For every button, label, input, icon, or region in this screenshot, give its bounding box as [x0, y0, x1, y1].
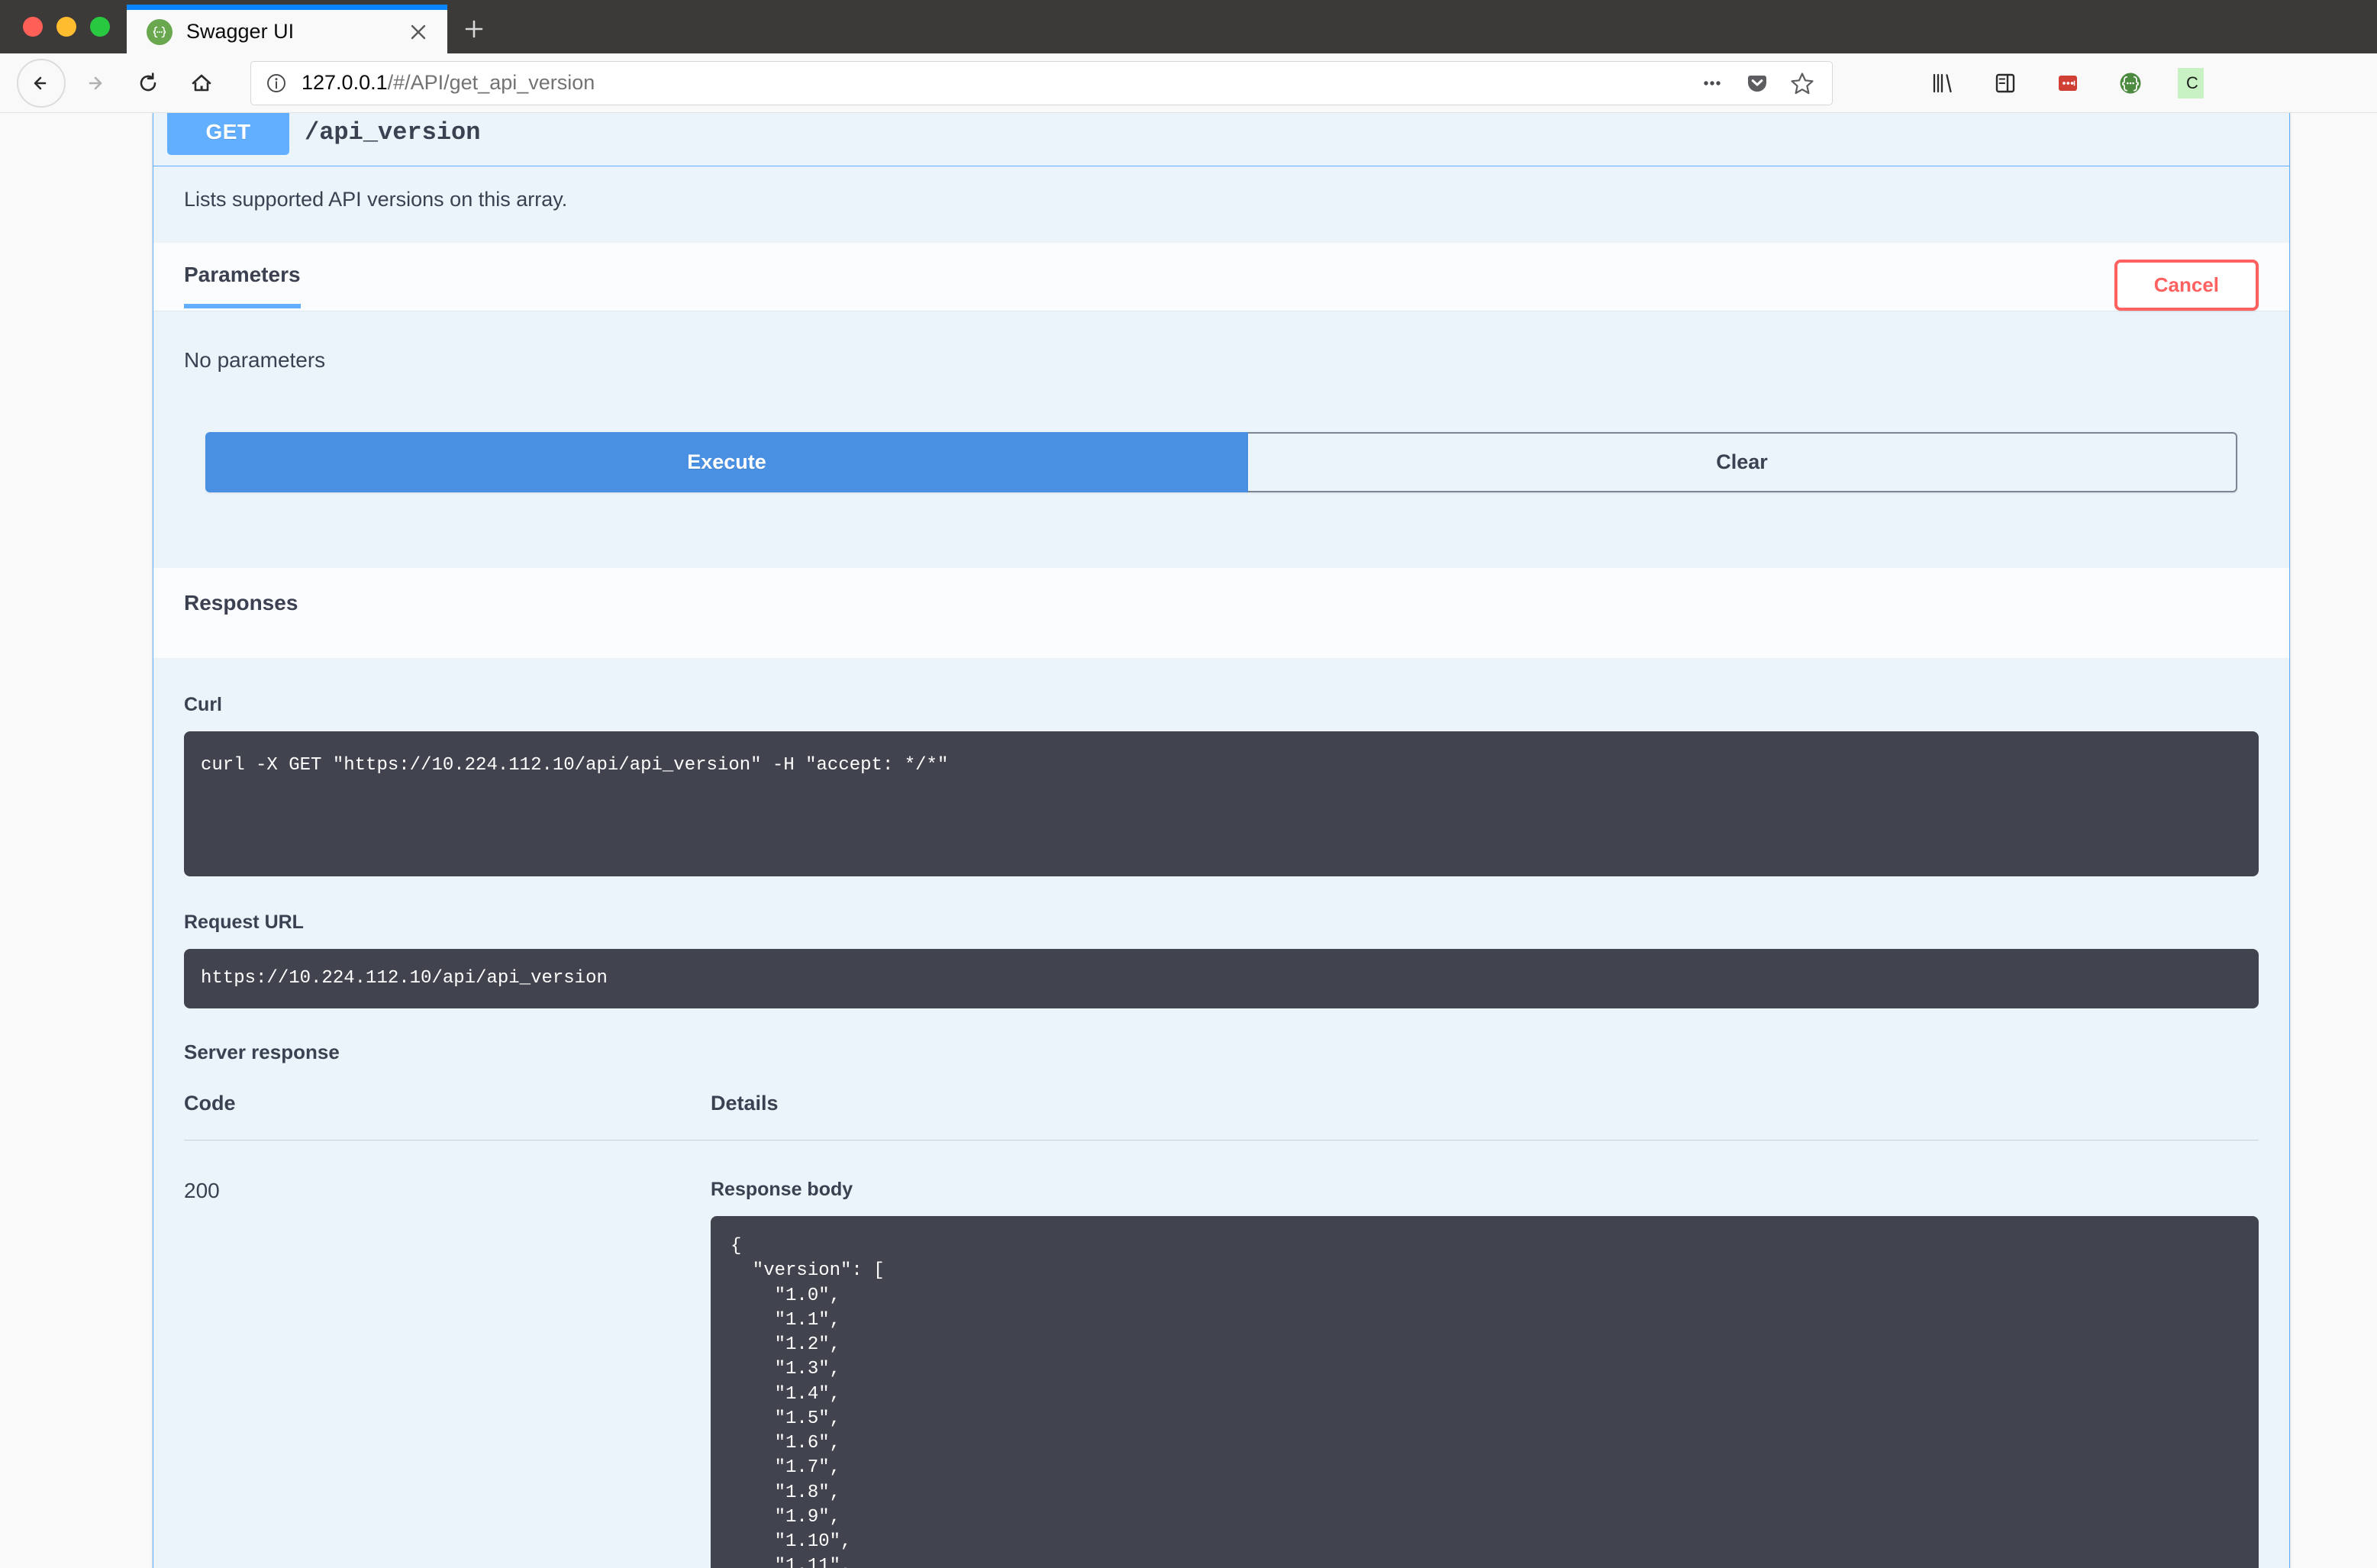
column-header-code: Code [184, 1092, 711, 1141]
swagger-extension-icon[interactable] [2115, 68, 2146, 98]
library-icon[interactable] [1927, 68, 1958, 98]
curl-command-block[interactable]: curl -X GET "https://10.224.112.10/api/a… [184, 731, 2259, 876]
sidebar-icon[interactable] [1990, 68, 2021, 98]
curl-label: Curl [184, 694, 2259, 716]
cancel-button[interactable]: Cancel [2114, 260, 2259, 311]
red-ellipsis-extension-icon[interactable] [2053, 68, 2083, 98]
table-row: 200 Response body { "version": [ "1.0", … [184, 1141, 2259, 1568]
browser-tab-swagger-ui[interactable]: Swagger UI [127, 5, 447, 53]
server-response-label: Server response [184, 1040, 2259, 1064]
tab-title: Swagger UI [186, 20, 389, 44]
maximize-window-button[interactable] [90, 17, 110, 37]
operation-description: Lists supported API versions on this arr… [153, 166, 2289, 242]
minimize-window-button[interactable] [56, 17, 76, 37]
forward-arrow-icon[interactable] [70, 59, 119, 108]
back-arrow-icon[interactable] [17, 59, 66, 108]
opblock-body: Lists supported API versions on this arr… [153, 166, 2289, 1568]
url-bar-actions [1698, 69, 1820, 98]
url-text[interactable]: 127.0.0.1/#/API/get_api_version [302, 71, 1685, 95]
response-details-cell: Response body { "version": [ "1.0", "1.1… [711, 1141, 2259, 1568]
tab-strip: Swagger UI [0, 0, 2377, 53]
no-parameters-text: No parameters [184, 348, 2259, 373]
endpoint-path: /api_version [305, 118, 480, 147]
column-header-details: Details [711, 1092, 2259, 1141]
response-body-wrapper: { "version": [ "1.0", "1.1", "1.2", "1.3… [711, 1216, 2259, 1568]
response-body-label: Response body [711, 1179, 2259, 1201]
address-bar[interactable]: 127.0.0.1/#/API/get_api_version [250, 61, 1833, 105]
parameters-body: No parameters Execute Clear [153, 311, 2289, 567]
responses-body: Curl curl -X GET "https://10.224.112.10/… [153, 659, 2289, 1568]
request-url-block[interactable]: https://10.224.112.10/api/api_version [184, 949, 2259, 1008]
opblock-summary[interactable]: GET /api_version [153, 113, 2289, 166]
execute-button[interactable]: Execute [205, 432, 1248, 492]
page-info-icon[interactable] [263, 70, 289, 96]
http-method-badge: GET [167, 113, 289, 155]
close-window-button[interactable] [23, 17, 43, 37]
star-icon[interactable] [1788, 69, 1817, 98]
toolbar-extensions: C [1927, 68, 2204, 98]
swagger-ui: GET /api_version Lists supported API ver… [153, 113, 2290, 1568]
parameters-header: Parameters Cancel [153, 242, 2289, 311]
execute-clear-row: Execute Clear [205, 432, 2237, 492]
response-status-code: 200 [184, 1141, 711, 1568]
pocket-icon[interactable] [1743, 69, 1771, 97]
parameters-title: Parameters [184, 263, 301, 308]
swagger-logo-icon [147, 19, 173, 45]
browser-window: Swagger UI [0, 0, 2377, 1568]
responses-header: Responses [153, 567, 2289, 659]
table-header-row: Code Details [184, 1092, 2259, 1141]
opblock-get-api-version: GET /api_version Lists supported API ver… [153, 113, 2290, 1568]
response-body-block[interactable]: { "version": [ "1.0", "1.1", "1.2", "1.3… [711, 1216, 2259, 1568]
url-path: /#/API/get_api_version [388, 71, 595, 94]
window-controls [9, 0, 127, 53]
new-tab-button[interactable] [447, 5, 501, 53]
clear-button[interactable]: Clear [1248, 432, 2237, 492]
navigation-toolbar: 127.0.0.1/#/API/get_api_version [0, 53, 2377, 113]
request-url-label: Request URL [184, 911, 2259, 934]
ellipsis-icon[interactable] [1698, 69, 1727, 98]
extension-badge[interactable]: C [2178, 68, 2204, 98]
close-icon[interactable] [403, 17, 434, 47]
home-icon[interactable] [177, 59, 226, 108]
page-viewport: GET /api_version Lists supported API ver… [0, 113, 2377, 1568]
server-response-table: Code Details 200 Response body [184, 1092, 2259, 1568]
url-host: 127.0.0.1 [302, 71, 388, 94]
responses-title: Responses [184, 591, 298, 632]
reload-icon[interactable] [124, 59, 173, 108]
